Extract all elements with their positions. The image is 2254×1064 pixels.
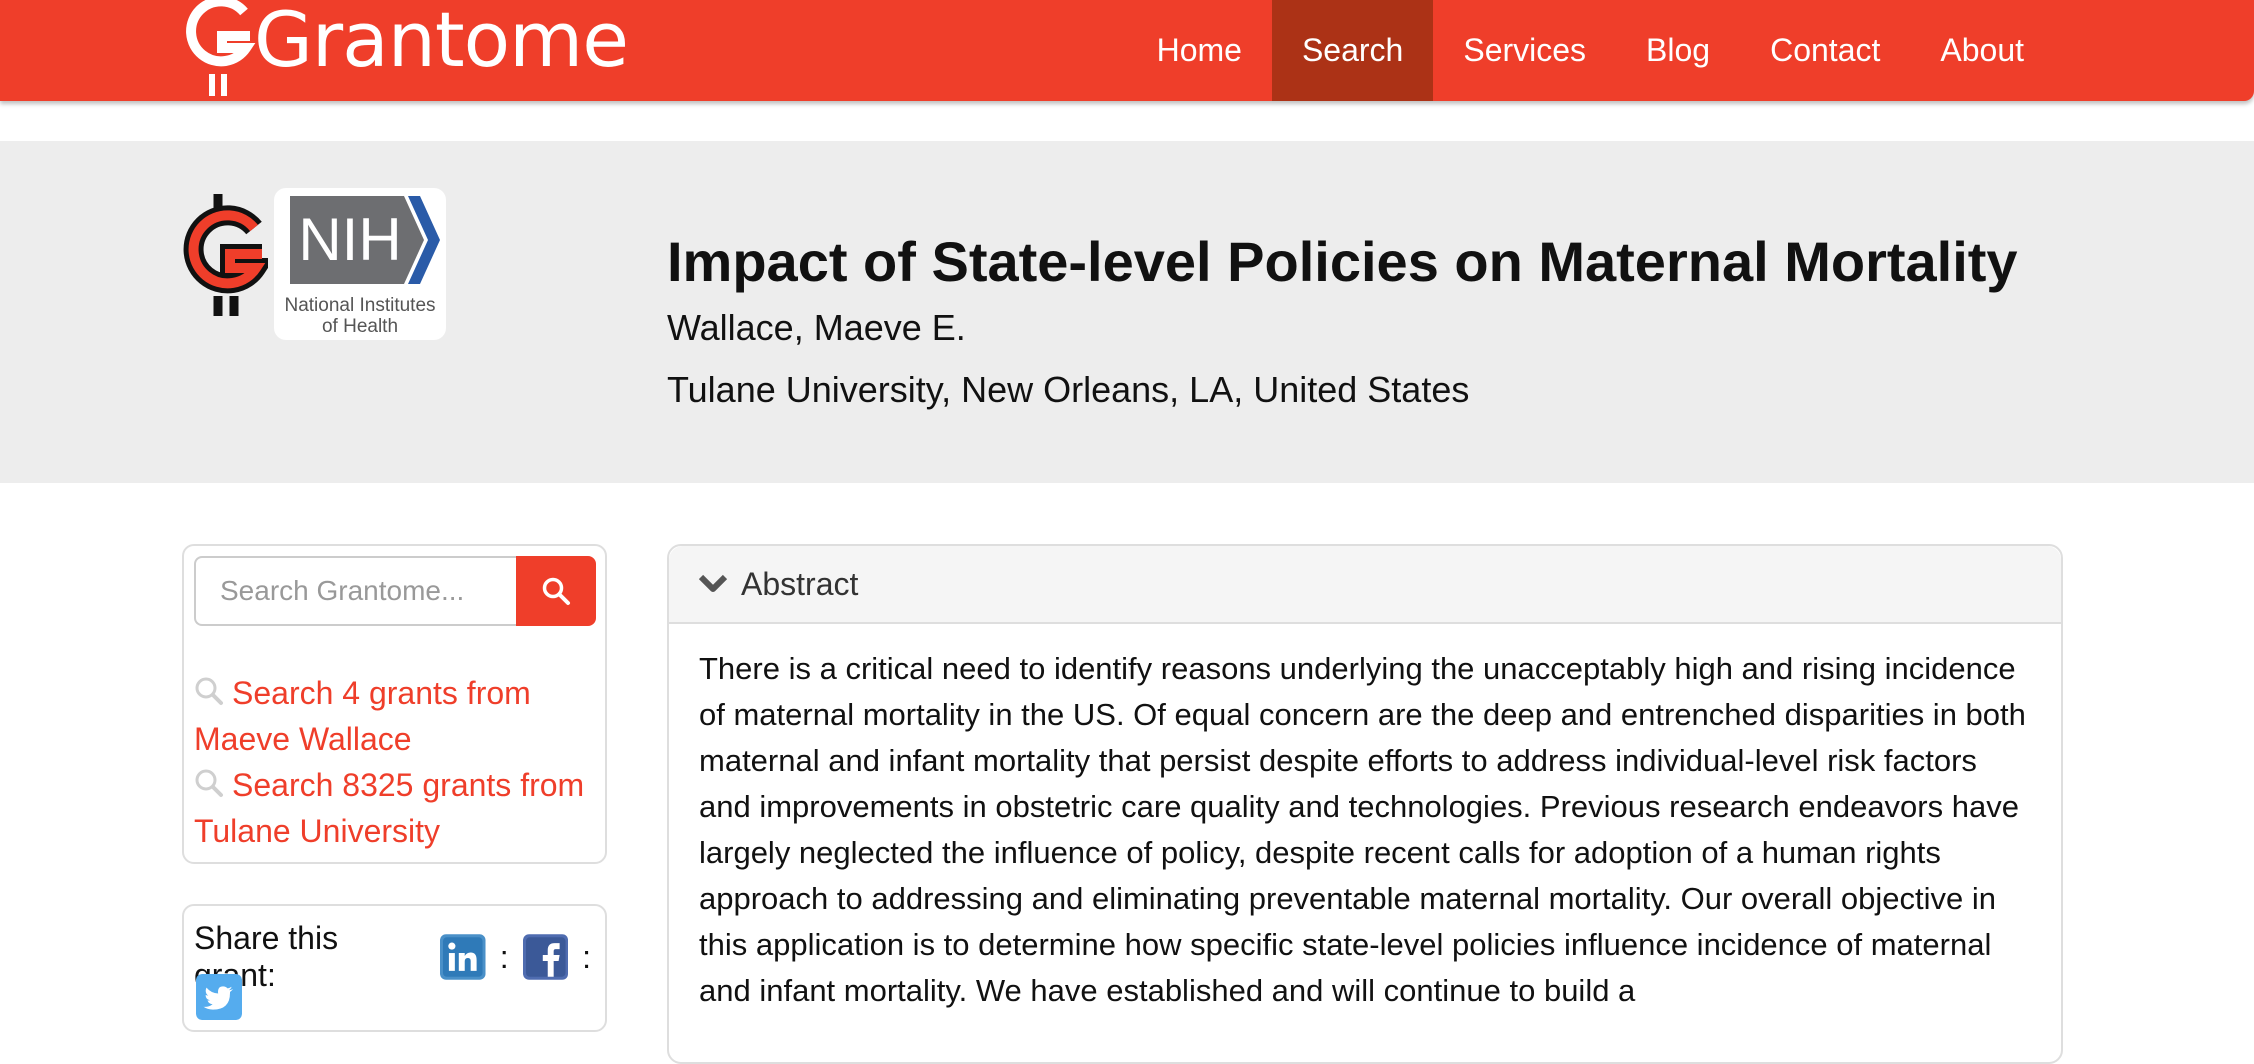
principal-investigator: Wallace, Maeve E. — [667, 307, 966, 348]
search-pi-grants-link[interactable]: Search 4 grants from Maeve Wallace — [194, 670, 594, 762]
chevron-down-icon — [699, 574, 727, 592]
brand-name: Grantome — [254, 0, 629, 84]
nav-contact[interactable]: Contact — [1740, 0, 1910, 101]
magnifier-icon — [195, 677, 223, 705]
facebook-icon[interactable] — [522, 934, 569, 980]
grant-header: NIH National Institutes of Health Impact… — [0, 141, 2254, 483]
abstract-text: There is a critical need to identify rea… — [699, 651, 2026, 1008]
twitter-icon[interactable] — [196, 974, 242, 1020]
nih-chevron-icon: NIH — [290, 196, 440, 284]
share-separator: : — [582, 938, 591, 975]
abstract-toggle[interactable]: Abstract — [669, 546, 2061, 624]
nav-services[interactable]: Services — [1433, 0, 1616, 101]
nih-caption: National Institutes of Health — [284, 295, 436, 337]
grantome-g-logo-icon — [183, 194, 268, 316]
nav-about[interactable]: About — [1910, 0, 2054, 101]
nav-search[interactable]: Search — [1271, 0, 1434, 101]
nav-blog[interactable]: Blog — [1616, 0, 1740, 101]
grantome-logo[interactable]: Grantome — [182, 0, 629, 102]
nih-logo-text: NIH — [298, 206, 401, 273]
search-input[interactable] — [194, 556, 516, 626]
organization: Tulane University, New Orleans, LA, Unit… — [667, 369, 1470, 410]
search-icon — [542, 577, 570, 605]
search-org-grants-link[interactable]: Search 8325 grants from Tulane Universit… — [194, 762, 594, 854]
related-searches: Search 4 grants from Maeve Wallace Searc… — [194, 670, 594, 854]
share-panel: Share this grant: : : — [182, 904, 607, 1032]
linkedin-icon[interactable] — [440, 934, 486, 980]
search-button[interactable] — [516, 556, 596, 626]
abstract-panel: Abstract There is a critical need to ide… — [667, 544, 2063, 1064]
grant-title: Impact of State-level Policies on Matern… — [667, 230, 2018, 293]
magnifier-icon — [195, 769, 223, 797]
grantome-g-icon — [186, 0, 256, 96]
top-navbar: Grantome Home Search Services Blog Conta… — [0, 0, 2254, 101]
search-panel: Search 4 grants from Maeve Wallace Searc… — [182, 544, 607, 864]
main-nav: Home Search Services Blog Contact About — [1127, 0, 2054, 101]
share-separator: : — [499, 938, 509, 975]
twitter-row — [196, 974, 242, 1020]
abstract-heading: Abstract — [741, 565, 859, 602]
nav-home[interactable]: Home — [1127, 0, 1272, 101]
header-logos: NIH National Institutes of Health — [182, 188, 446, 340]
nih-logo: NIH National Institutes of Health — [274, 188, 446, 340]
share-row: Share this grant: : : — [194, 920, 605, 994]
search-form — [194, 556, 596, 626]
